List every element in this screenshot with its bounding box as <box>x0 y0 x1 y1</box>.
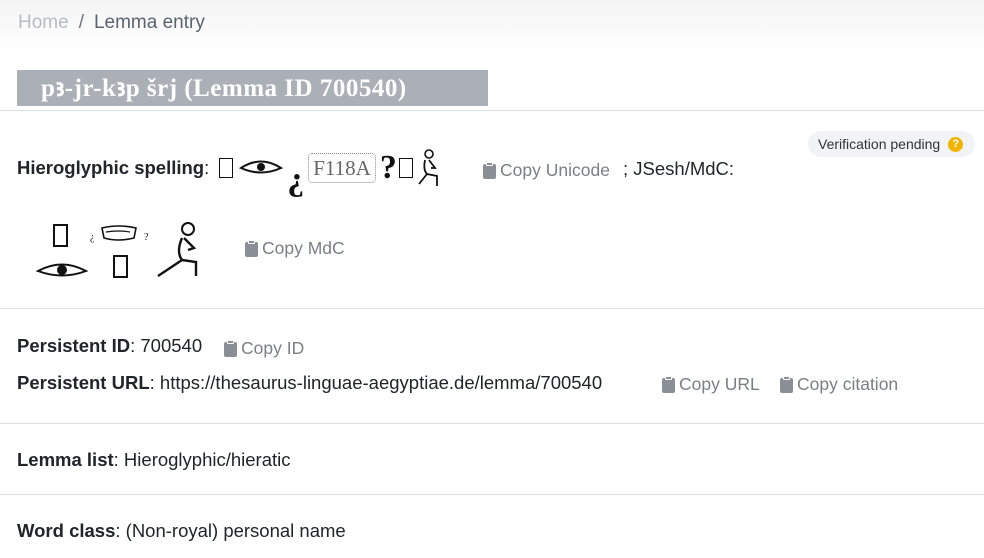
box-sign-glyph <box>113 255 128 278</box>
clipboard-icon <box>483 162 496 179</box>
jsesh-mdc-label: ; JSesh/MdC: <box>623 158 735 179</box>
clipboard-icon <box>245 240 258 257</box>
house-sign-glyph <box>53 224 68 247</box>
breadcrumb-home-link[interactable]: Home <box>18 12 69 34</box>
clipboard-icon <box>662 376 675 393</box>
hieroglyphic-spelling-label: Hieroglyphic spelling <box>17 157 205 178</box>
lemma-list-label: Lemma list <box>17 449 114 470</box>
missing-sign-placeholder: F118A <box>308 153 376 183</box>
house-sign-glyph <box>219 158 234 178</box>
divider <box>0 494 984 495</box>
svg-text:?: ? <box>144 232 149 243</box>
word-class-value: : (Non-royal) personal name <box>115 520 346 541</box>
page-title-banner: pꜣ-jr-kꜣp šrj (Lemma ID 700540) <box>17 70 488 106</box>
word-class-label: Word class <box>17 520 116 541</box>
copy-url-label: Copy URL <box>679 374 760 394</box>
verification-status-badge[interactable]: Verification pending ? <box>808 131 976 157</box>
copy-id-label: Copy ID <box>241 338 305 358</box>
svg-text:¿: ¿ <box>90 232 94 243</box>
persistent-url-label: Persistent URL <box>17 372 150 393</box>
divider <box>0 308 984 309</box>
inverted-question-mark: ¿ <box>287 161 305 198</box>
help-icon[interactable]: ? <box>948 136 964 152</box>
eye-glyph <box>239 160 284 174</box>
hieroglyphic-spelling-row: Hieroglyphic spelling : ¿ F118A ? <box>17 146 441 198</box>
persistent-id-label: Persistent ID <box>17 335 131 356</box>
damaged-sign-glyph: ¿ ? <box>90 225 149 243</box>
lemma-list-row: Lemma list : Hieroglyphic/hieratic <box>17 449 291 471</box>
copy-id-button[interactable]: Copy ID <box>224 338 304 359</box>
breadcrumb: Home / Lemma entry <box>18 12 205 34</box>
lemma-list-value: : Hieroglyphic/hieratic <box>113 449 291 470</box>
clipboard-icon <box>780 376 793 393</box>
copy-mdc-button[interactable]: Copy MdC <box>245 238 345 259</box>
copy-url-button[interactable]: Copy URL <box>662 374 760 395</box>
divider <box>0 423 984 424</box>
copy-mdc-label: Copy MdC <box>262 238 345 258</box>
copy-citation-label: Copy citation <box>797 374 899 394</box>
breadcrumb-separator: / <box>78 12 84 33</box>
eye-glyph <box>36 263 88 277</box>
persistent-url-row: Persistent URL : https://thesaurus-lingu… <box>17 372 602 394</box>
seated-man-glyph <box>157 222 198 277</box>
top-bar: Home / Lemma entry <box>0 0 984 50</box>
seated-man-glyph <box>418 149 438 186</box>
copy-unicode-label: Copy Unicode <box>500 160 610 180</box>
clipboard-icon <box>224 340 237 357</box>
copy-citation-button[interactable]: Copy citation <box>780 374 898 395</box>
word-class-row: Word class : (Non-royal) personal name <box>17 520 346 542</box>
box-sign-glyph <box>398 158 413 178</box>
persistent-url-value: : https://thesaurus-linguae-aegyptiae.de… <box>149 372 603 393</box>
persistent-id-row: Persistent ID : 700540 <box>17 335 202 357</box>
verification-status-label: Verification pending <box>818 136 941 152</box>
label-colon: : <box>204 157 210 178</box>
page-title: pꜣ-jr-kꜣp šrj (Lemma ID 700540) <box>41 75 407 102</box>
breadcrumb-current: Lemma entry <box>93 12 205 33</box>
divider <box>0 110 984 111</box>
persistent-id-value: : 700540 <box>130 335 203 356</box>
copy-unicode-button[interactable]: Copy Unicode <box>483 160 610 181</box>
question-mark: ? <box>379 149 397 186</box>
